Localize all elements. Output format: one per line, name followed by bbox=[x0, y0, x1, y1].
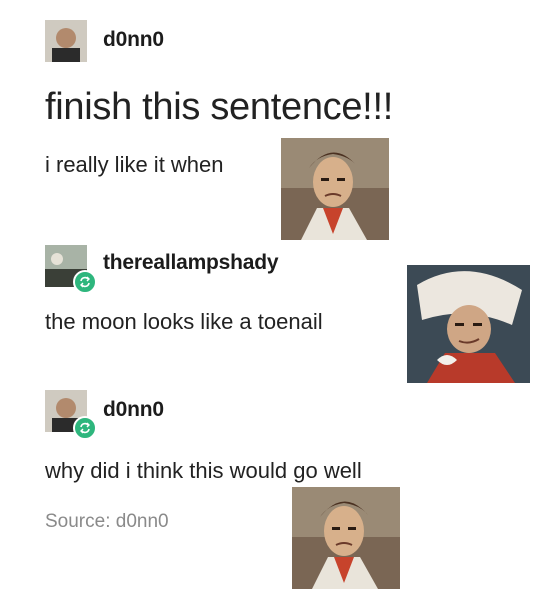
reblog-badge bbox=[73, 416, 97, 440]
reaction-image-frown-2 bbox=[292, 487, 400, 589]
avatar[interactable] bbox=[45, 20, 87, 62]
avatar-photo bbox=[45, 20, 87, 62]
post-text: i really like it when bbox=[45, 152, 224, 177]
reblog-icon bbox=[80, 422, 90, 434]
post-username[interactable]: d0nn0 bbox=[103, 28, 164, 52]
reblog-badge bbox=[73, 270, 97, 294]
post-title: finish this sentence!!! bbox=[45, 86, 393, 128]
post-username[interactable]: thereallampshady bbox=[103, 251, 279, 275]
post-text: why did i think this would go well bbox=[45, 458, 362, 483]
post-username[interactable]: d0nn0 bbox=[103, 398, 164, 422]
source-link[interactable]: Source: d0nn0 bbox=[45, 511, 169, 533]
reaction-image-smirk bbox=[407, 265, 530, 383]
post-text: the moon looks like a toenail bbox=[45, 309, 323, 334]
reaction-image-frown-1 bbox=[281, 138, 389, 240]
reblog-icon bbox=[80, 276, 90, 288]
